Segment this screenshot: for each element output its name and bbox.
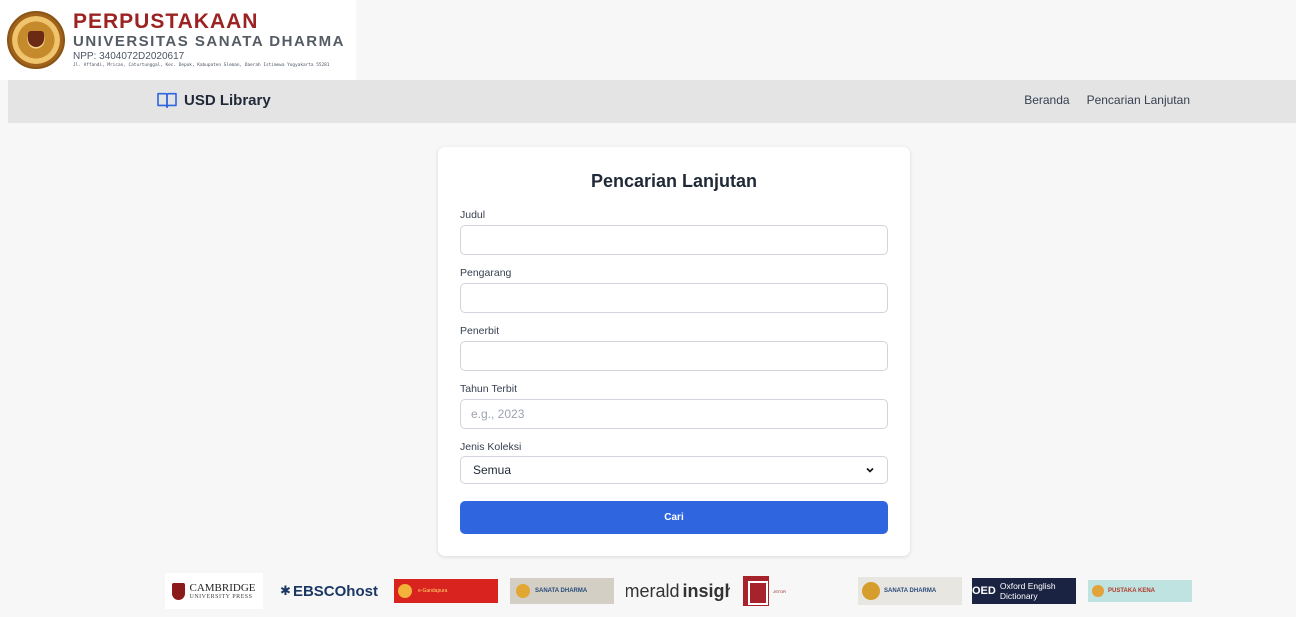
jstor-logo[interactable]: JSTOR <box>743 573 853 609</box>
cambridge-shield-icon <box>172 582 186 600</box>
jenis-koleksi-selected: Semua <box>473 463 512 477</box>
oed-logo[interactable]: OED Oxford English Dictionary <box>972 578 1076 604</box>
emerald-text: emerald <box>626 580 680 601</box>
tahun-terbit-label: Tahun Terbit <box>460 383 518 395</box>
cambridge-line1: CAMBRIDGE <box>189 581 256 594</box>
judul-input[interactable] <box>460 225 888 255</box>
banner-title: PERPUSTAKAAN <box>73 10 259 34</box>
oed-abbr: OED <box>972 585 996 597</box>
ebsco-star-icon: ✱ <box>280 583 291 598</box>
jenis-koleksi-label: Jenis Koleksi <box>460 441 522 453</box>
banner-text: PERPUSTAKAAN UNIVERSITAS SANATA DHARMA N… <box>73 11 345 68</box>
pengarang-label: Pengarang <box>460 267 512 279</box>
usd-library-text: SANATA DHARMA <box>884 588 937 594</box>
university-seal-logo <box>7 11 65 69</box>
header-banner: PERPUSTAKAAN UNIVERSITAS SANATA DHARMA N… <box>0 0 356 80</box>
e-journal-logo[interactable]: SANATA DHARMA <box>510 578 614 604</box>
nav-link-beranda[interactable]: Beranda <box>1024 93 1069 107</box>
partner-logos: CAMBRIDGE UNIVERSITY PRESS ✱ EBSCOhost e… <box>0 571 1296 611</box>
jstor-mark-icon <box>743 576 769 606</box>
penerbit-input[interactable] <box>460 341 888 371</box>
usd-seal-icon <box>516 584 530 598</box>
usd-seal-icon <box>862 582 880 600</box>
ebsco-text: EBSCOhost <box>292 582 378 600</box>
banner-subtitle: UNIVERSITAS SANATA DHARMA <box>73 33 345 51</box>
oed-name: Oxford English Dictionary <box>999 581 1056 601</box>
pustaka-kena-text: PUSTAKA KENA <box>1108 588 1156 594</box>
usd-seal-icon <box>1092 585 1104 597</box>
tahun-terbit-input[interactable] <box>460 399 888 429</box>
banner-address: Jl. Affandi, Mrican, Caturtunggal, Kec. … <box>73 63 330 69</box>
ebscohost-logo[interactable]: ✱ EBSCOhost <box>279 573 379 609</box>
jenis-koleksi-select[interactable]: Semua <box>460 456 888 484</box>
chevron-down-icon <box>866 467 874 473</box>
e-gandapura-logo[interactable]: e-Gandapura <box>394 579 498 603</box>
penerbit-label: Penerbit <box>460 325 500 337</box>
nav-links: Beranda Pencarian Lanjutan <box>1024 93 1190 107</box>
pustaka-kena-logo[interactable]: PUSTAKA KENA <box>1088 580 1192 602</box>
page-title: Pencarian Lanjutan <box>590 171 758 191</box>
insight-text: insight <box>682 580 730 601</box>
judul-label: Judul <box>460 209 486 221</box>
navbar: USD Library Beranda Pencarian Lanjutan <box>8 80 1296 123</box>
usd-library-logo[interactable]: SANATA DHARMA <box>858 577 962 605</box>
advanced-search-card: Pencarian Lanjutan Judul Pengarang Pener… <box>438 147 910 556</box>
book-open-icon <box>157 92 177 109</box>
jstor-text: JSTOR <box>773 588 787 594</box>
brand-link[interactable]: USD Library <box>156 91 271 109</box>
e-gandapura-text: e-Gandapura <box>418 588 448 594</box>
pengarang-input[interactable] <box>460 283 888 313</box>
nav-link-pencarian-lanjutan[interactable]: Pencarian Lanjutan <box>1087 93 1190 107</box>
cambridge-logo[interactable]: CAMBRIDGE UNIVERSITY PRESS <box>165 573 263 609</box>
usd-seal-icon <box>398 584 412 598</box>
banner-npp: NPP: 3404072D2020617 <box>73 51 185 63</box>
cambridge-line2: UNIVERSITY PRESS <box>189 593 253 600</box>
brand-text: USD Library <box>184 91 271 109</box>
emerald-insight-logo[interactable]: emerald insight <box>626 573 730 609</box>
e-journal-text: SANATA DHARMA <box>535 588 588 594</box>
search-submit-button[interactable]: Cari <box>460 501 888 534</box>
